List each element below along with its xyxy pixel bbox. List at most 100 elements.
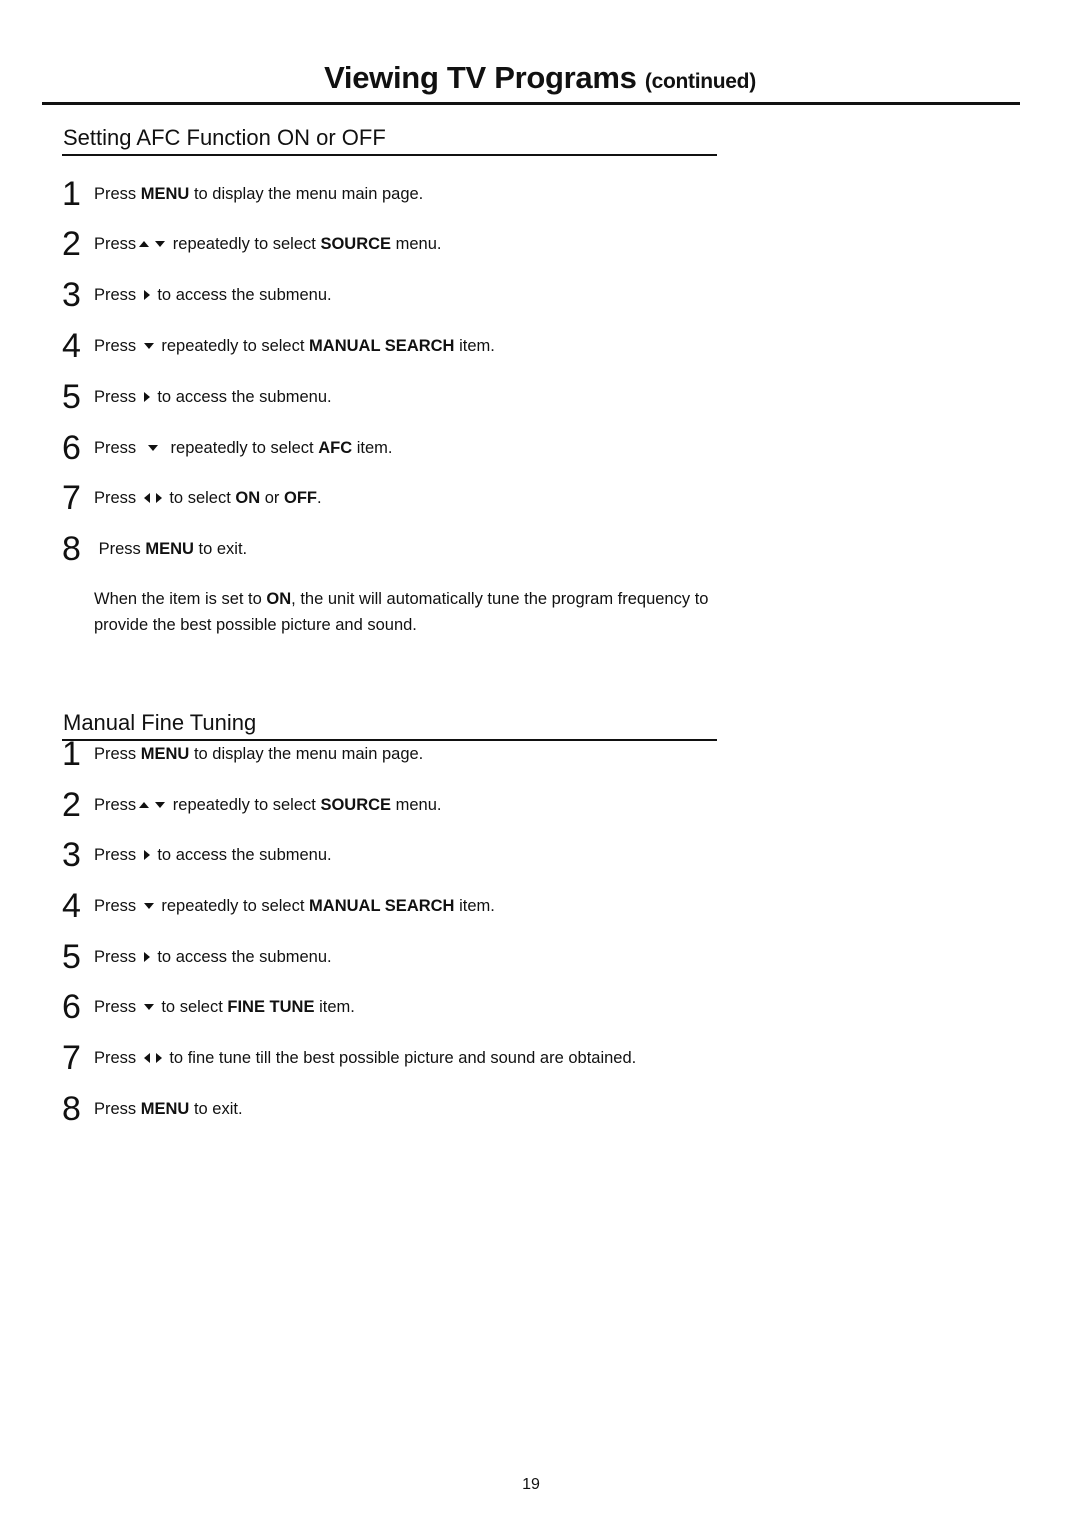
- step-number: 1: [62, 735, 81, 773]
- step-text-segment: Press: [94, 1099, 141, 1118]
- step-text: Press repeatedly to select MANUAL SEARCH…: [94, 897, 495, 916]
- step-text-segment: Press: [94, 488, 141, 507]
- up-arrow-icon: [139, 241, 150, 247]
- down-arrow-icon: [155, 802, 166, 808]
- keyword: FINE TUNE: [227, 997, 315, 1016]
- step-item: 1 Press MENU to display the menu main pag…: [62, 734, 423, 774]
- step-text-segment: to display the menu main page.: [189, 184, 424, 203]
- step-number: 5: [62, 938, 81, 976]
- step-item: 6 Press repeatedly to select AFC item.: [62, 428, 392, 468]
- step-text-segment: Press: [94, 845, 141, 864]
- step-text-segment: to exit.: [193, 539, 248, 558]
- down-arrow-icon: [143, 343, 154, 349]
- step-number: 3: [62, 836, 81, 874]
- down-arrow-icon: [143, 1004, 154, 1010]
- step-number: 6: [62, 429, 81, 467]
- step-text-segment: item.: [314, 997, 355, 1016]
- step-text-segment: to select: [156, 997, 228, 1016]
- step-text-segment: item.: [352, 438, 393, 457]
- step-text: Press repeatedly to select AFC item.: [94, 439, 392, 458]
- step-item: 1 Press MENU to display the menu main pag…: [62, 174, 423, 214]
- step-text-segment: to fine tune till the best possible pict…: [164, 1048, 637, 1067]
- step-text: Press MENU to exit.: [94, 539, 248, 559]
- step-text-segment: Press: [94, 387, 141, 406]
- keyword: SOURCE: [320, 234, 392, 253]
- step-text-segment: Press: [94, 336, 141, 355]
- step-text-segment: Press: [94, 744, 141, 763]
- step-text-segment: Press: [94, 997, 141, 1016]
- note-text-segment: When the item is set to: [94, 590, 267, 608]
- step-number: 2: [62, 786, 81, 824]
- step-text-segment: to access the submenu.: [152, 845, 332, 864]
- step-text: Press to fine tune till the best possibl…: [94, 1049, 636, 1068]
- keyword: OFF: [283, 488, 317, 507]
- right-arrow-icon: [143, 392, 150, 402]
- step-item: 8 Press MENU to exit.: [62, 529, 247, 569]
- keyword: ON: [266, 590, 292, 608]
- section-afc: Setting AFC Function ON or OFF 1 Press ME…: [62, 122, 717, 634]
- page-title-subtitle: (continued): [644, 70, 756, 93]
- step-number: 8: [62, 1090, 81, 1128]
- step-text-segment: menu.: [391, 795, 442, 814]
- step-text: Press MENU to exit.: [94, 1100, 243, 1119]
- step-text-segment: Press: [94, 285, 141, 304]
- step-item: 2 Press repeatedly to select SOURCE menu.: [62, 785, 442, 825]
- step-item: 6 Press to select FINE TUNE item.: [62, 987, 355, 1027]
- step-text-segment: to access the submenu.: [152, 285, 332, 304]
- step-text-segment: .: [316, 488, 322, 507]
- step-text-segment: to access the submenu.: [152, 387, 332, 406]
- step-text-segment: Press: [94, 539, 146, 558]
- left-arrow-icon: [143, 1053, 150, 1063]
- step-text-segment: Press: [94, 896, 141, 915]
- step-number: 3: [62, 276, 81, 314]
- keyword: AFC: [318, 438, 353, 457]
- step-text: Press to access the submenu.: [94, 388, 332, 407]
- step-text-segment: to display the menu main page.: [189, 744, 424, 763]
- section-fine-tuning: Manual Fine Tuning 1 Press MENU to displa…: [62, 707, 717, 1128]
- step-number: 6: [62, 988, 81, 1026]
- right-arrow-icon: [143, 850, 150, 860]
- step-item: 5 Press to access the submenu.: [62, 937, 332, 977]
- keyword: SOURCE: [320, 795, 392, 814]
- right-arrow-icon: [143, 290, 150, 300]
- keyword: MANUAL SEARCH: [309, 896, 455, 915]
- down-arrow-icon: [155, 241, 166, 247]
- up-arrow-icon: [139, 802, 150, 808]
- step-number: 7: [62, 479, 81, 517]
- down-arrow-icon: [143, 903, 154, 909]
- step-text: Press to select ON or OFF.: [94, 489, 322, 508]
- step-text-segment: Press: [94, 1048, 141, 1067]
- step-item: 3 Press to access the submenu.: [62, 835, 332, 875]
- step-text-segment: to access the submenu.: [152, 947, 332, 966]
- step-text-segment: Press: [94, 438, 146, 457]
- step-item: 4 Press repeatedly to select MANUAL SEARC…: [62, 886, 495, 926]
- step-text-segment: repeatedly to select: [156, 336, 310, 355]
- keyword: MENU: [145, 539, 194, 558]
- page-title: Viewing TV Programs (continued): [0, 60, 1080, 96]
- step-number: 7: [62, 1039, 81, 1077]
- step-text-segment: item.: [454, 896, 495, 915]
- step-item: 2 Press repeatedly to select SOURCE menu.: [62, 224, 442, 264]
- keyword: MENU: [140, 184, 190, 203]
- right-arrow-icon: [155, 493, 162, 503]
- step-text: Press repeatedly to select SOURCE menu.: [94, 796, 442, 815]
- keyword: MENU: [140, 744, 190, 763]
- step-text: Press to access the submenu.: [94, 948, 332, 967]
- step-text-segment: to select: [164, 488, 236, 507]
- step-text-segment: repeatedly to select: [161, 438, 319, 457]
- keyword: MENU: [140, 1099, 190, 1118]
- step-text-segment: Press: [94, 234, 137, 253]
- step-number: 8: [62, 530, 81, 568]
- step-number: 2: [62, 225, 81, 263]
- title-divider: [42, 102, 1020, 105]
- step-number: 1: [62, 175, 81, 213]
- step-text-segment: or: [260, 488, 284, 507]
- step-text: Press MENU to display the menu main page…: [94, 185, 423, 204]
- keyword: MANUAL SEARCH: [309, 336, 455, 355]
- step-text-segment: to exit.: [189, 1099, 243, 1118]
- step-item: 7 Press to fine tune till the best possib…: [62, 1038, 636, 1078]
- step-text: Press repeatedly to select SOURCE menu.: [94, 235, 442, 254]
- step-text-segment: repeatedly to select: [156, 896, 310, 915]
- step-text: Press to access the submenu.: [94, 286, 332, 305]
- step-text-segment: menu.: [391, 234, 442, 253]
